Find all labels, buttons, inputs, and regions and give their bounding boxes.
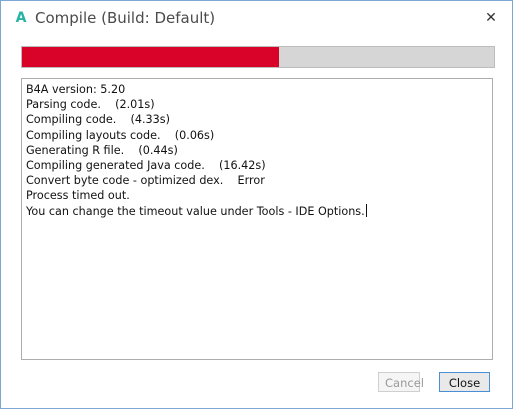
log-line: Parsing code. (2.01s) xyxy=(26,98,155,112)
log-line: Process timed out. xyxy=(26,189,130,203)
progress-fill xyxy=(22,47,280,67)
close-button[interactable]: Close xyxy=(439,372,490,392)
log-line: Compiling generated Java code. (16.42s) xyxy=(26,158,266,172)
log-line: You can change the timeout value under T… xyxy=(26,203,367,218)
log-line: Compiling code. (4.33s) xyxy=(26,113,170,127)
title-bar[interactable]: A Compile (Build: Default) ✕ xyxy=(1,1,512,35)
text-caret xyxy=(365,203,367,217)
cancel-button[interactable]: Cancel xyxy=(378,372,424,392)
compile-progress-bar xyxy=(21,46,495,68)
log-line: B4A version: 5.20 xyxy=(26,83,126,96)
window-title: Compile (Build: Default) xyxy=(35,9,216,27)
log-line: Convert byte code - optimized dex. Error xyxy=(26,174,265,188)
compile-dialog: A Compile (Build: Default) ✕ B4A version… xyxy=(0,0,513,409)
log-line: Compiling layouts code. (0.06s) xyxy=(26,128,215,142)
b4a-app-icon: A xyxy=(15,10,27,26)
close-icon[interactable]: ✕ xyxy=(482,9,500,27)
log-line: Generating R file. (0.44s) xyxy=(26,143,178,157)
compile-log-textarea[interactable]: B4A version: 5.20 Parsing code. (2.01s) Co… xyxy=(21,78,493,360)
